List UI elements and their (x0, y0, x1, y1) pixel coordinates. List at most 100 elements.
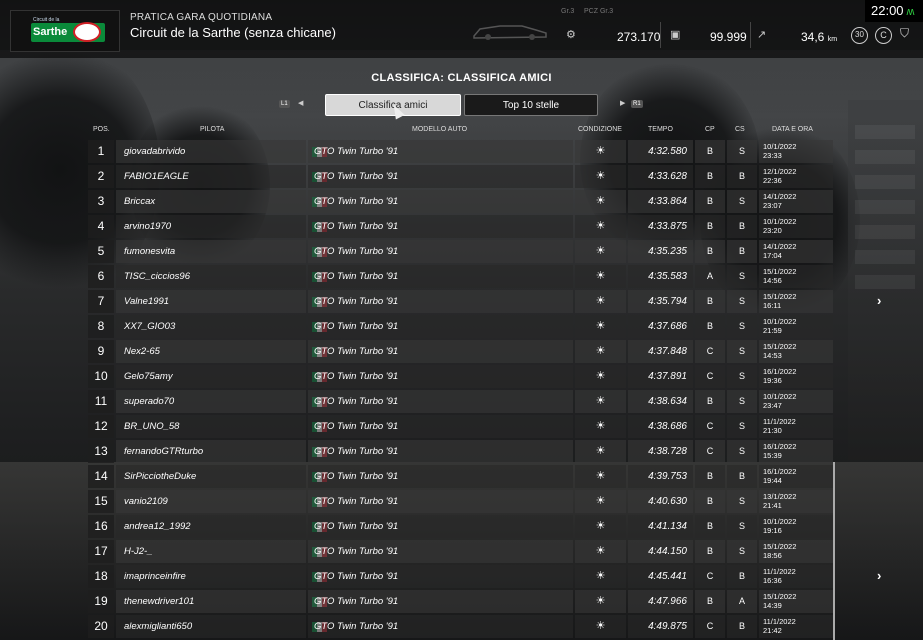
cp-rating: A (695, 265, 725, 288)
car-model: GTO Twin Turbo '91 (308, 415, 573, 438)
sun-icon: ☀ (575, 240, 626, 263)
lap-time: 4:45.441 (628, 565, 693, 588)
network-status-icon: ʍ (906, 6, 915, 18)
lap-time: 4:38.634 (628, 390, 693, 413)
lap-time: 4:33.864 (628, 190, 693, 213)
table-row[interactable]: 13 fernandoGTRturbo GTO Twin Turbo '91 ☀ 4:3… (88, 439, 833, 464)
cs-rating: B (727, 165, 757, 188)
col-cs: CS (735, 126, 745, 133)
leaderboard-title: CLASSIFICA: CLASSIFICA AMICI (371, 72, 552, 84)
lap-time: 4:38.728 (628, 440, 693, 463)
table-row[interactable]: 6 TISC_ciccios96 GTO Twin Turbo '91 ☀ 4:35.5… (88, 264, 833, 289)
driver-name: XX7_GIO03 (116, 315, 327, 338)
cp-rating: C (695, 615, 725, 638)
date-time: 11/1/2022 21:42 (759, 615, 833, 638)
date-time: 16/1/2022 19:44 (759, 465, 833, 488)
position: 17 (88, 540, 114, 563)
lap-time: 4:40.630 (628, 490, 693, 513)
driver-name: SirPicciotheDuke (116, 465, 327, 488)
lap-time: 4:33.875 (628, 215, 693, 238)
table-row[interactable]: 7 Valne1991 GTO Twin Turbo '91 ☀ 4:35.794 B S 1… (88, 289, 833, 314)
sun-icon: ☀ (575, 440, 626, 463)
table-row[interactable]: 8 XX7_GIO03 GTO Twin Turbo '91 ☀ 4:37.686 B S 1… (88, 314, 833, 339)
car-model: GTO Twin Turbo '91 (308, 190, 573, 213)
cs-rating: B (727, 240, 757, 263)
table-row[interactable]: 17 H-J2-_ GTO Twin Turbo '91 ☀ 4:44.150 B S 15/… (88, 539, 833, 564)
cp-rating: C (695, 365, 725, 388)
position: 16 (88, 515, 114, 538)
date-time: 11/1/2022 21:30 (759, 415, 833, 438)
sun-icon: ☀ (575, 515, 626, 538)
sun-icon: ☀ (575, 615, 626, 638)
table-row[interactable]: 15 vanio2109 GTO Twin Turbo '91 ☀ 4:40.630 B S… (88, 489, 833, 514)
date-time: 16/1/2022 15:39 (759, 440, 833, 463)
date-time: 10/1/2022 21:59 (759, 315, 833, 338)
lap-time: 4:37.891 (628, 365, 693, 388)
table-row[interactable]: 10 Gelo75amy GTO Twin Turbo '91 ☀ 4:37.891 C S… (88, 364, 833, 389)
car-model: GTO Twin Turbo '91 (308, 290, 573, 313)
position: 7 (88, 290, 114, 313)
chevron-right-icon[interactable]: › (877, 568, 881, 583)
car-model: GTO Twin Turbo '91 (308, 265, 573, 288)
car-model: GTO Twin Turbo '91 (308, 365, 573, 388)
date-time: 10/1/2022 23:20 (759, 215, 833, 238)
r1-button-icon[interactable]: R1 (631, 100, 643, 108)
sun-icon: ☀ (575, 365, 626, 388)
date-time: 10/1/2022 23:33 (759, 140, 833, 163)
cs-rating: B (727, 565, 757, 588)
car-model: GTO Twin Turbo '91 (308, 140, 573, 163)
car-model: GTO Twin Turbo '91 (308, 465, 573, 488)
table-row[interactable]: 12 BR_UNO_58 GTO Twin Turbo '91 ☀ 4:38.686 C S… (88, 414, 833, 439)
stat-1: 273.170 (617, 30, 661, 44)
car-model: GTO Twin Turbo '91 (308, 240, 573, 263)
l1-button-icon[interactable]: L1 (279, 100, 290, 108)
table-row[interactable]: 18 imaprinceinfire GTO Twin Turbo '91 ☀ 4:45… (88, 564, 833, 589)
cp-rating: B (695, 140, 725, 163)
chevron-right-icon[interactable]: › (877, 293, 881, 308)
table-row[interactable]: 11 superado70 GTO Twin Turbo '91 ☀ 4:38.634 B… (88, 389, 833, 414)
position: 20 (88, 615, 114, 638)
laps-badge: 30 (851, 27, 868, 44)
bop-tag: PCZ Gr.3 (584, 8, 614, 15)
table-row[interactable]: 1 giovadabrivido GTO Twin Turbo '91 ☀ 4:32.5… (88, 139, 833, 164)
triangle-left-icon: ◀ (298, 100, 304, 107)
car-model: GTO Twin Turbo '91 (308, 315, 573, 338)
engine-icon: ⚙ (566, 29, 576, 41)
distance-value: 34,6 km (801, 30, 838, 44)
table-row[interactable]: 3 Briccax GTO Twin Turbo '91 ☀ 4:33.864 B S 14/… (88, 189, 833, 214)
table-row[interactable]: 5 fumonesvita GTO Twin Turbo '91 ☀ 4:35.235 B… (88, 239, 833, 264)
car-model: GTO Twin Turbo '91 (308, 340, 573, 363)
table-row[interactable]: 2 FABIO1EAGLE GTO Twin Turbo '91 ☀ 4:33.628 B… (88, 164, 833, 189)
table-row[interactable]: 9 Nex2-65 GTO Twin Turbo '91 ☀ 4:37.848 C S 15/… (88, 339, 833, 364)
track-name: Circuit de la Sarthe (senza chicane) (130, 25, 336, 40)
cs-rating: S (727, 265, 757, 288)
cp-rating: C (695, 565, 725, 588)
col-modello: MODELLO AUTO (412, 126, 468, 133)
driver-name: FABIO1EAGLE (116, 165, 327, 188)
date-time: 15/1/2022 14:56 (759, 265, 833, 288)
top-bar: Circuit de la Sarthe PRATICA GARA QUOTID… (0, 0, 923, 58)
scrollbar[interactable] (833, 462, 835, 640)
table-row[interactable]: 14 SirPicciotheDuke GTO Twin Turbo '91 ☀ 4:3… (88, 464, 833, 489)
col-pilota: PILOTA (200, 126, 225, 133)
cs-rating: B (727, 215, 757, 238)
col-tempo: TEMPO (648, 126, 673, 133)
table-row[interactable]: 16 andrea12_1992 GTO Twin Turbo '91 ☀ 4:41.1… (88, 514, 833, 539)
position: 14 (88, 465, 114, 488)
sun-icon: ☀ (575, 465, 626, 488)
cs-rating: S (727, 540, 757, 563)
position: 1 (88, 140, 114, 163)
sun-icon: ☀ (575, 140, 626, 163)
driver-name: Briccax (116, 190, 327, 213)
tab-top-10-stelle[interactable]: Top 10 stelle (464, 94, 598, 116)
table-row[interactable]: 4 arvino1970 GTO Twin Turbo '91 ☀ 4:33.875 B B… (88, 214, 833, 239)
driver-name: BR_UNO_58 (116, 415, 327, 438)
table-row[interactable]: 19 thenewdriver101 GTO Twin Turbo '91 ☀ 4:47… (88, 589, 833, 614)
table-row[interactable]: 20 alexmiglianti650 GTO Twin Turbo '91 ☀ 4:4… (88, 614, 833, 639)
car-model: GTO Twin Turbo '91 (308, 440, 573, 463)
cp-rating: B (695, 515, 725, 538)
driver-name: vanio2109 (116, 490, 327, 513)
date-time: 15/1/2022 16:11 (759, 290, 833, 313)
sun-icon: ☀ (575, 340, 626, 363)
gauge-icon: ▣ (670, 29, 681, 41)
